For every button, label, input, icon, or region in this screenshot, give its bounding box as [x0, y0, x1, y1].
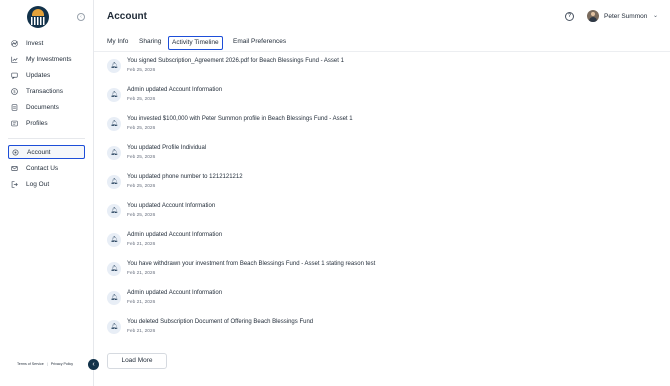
timeline-item: 🔔︎ You signed Subscription_Agreement 202…: [107, 56, 647, 80]
sidebar-item-label: Log Out: [26, 180, 50, 188]
avatar-head-shape: [591, 12, 595, 16]
timeline-item: 🔔︎ You invested $100,000 with Peter Summ…: [107, 114, 647, 138]
svg-text:$: $: [13, 89, 16, 94]
timeline-date: Feb 25, 2026: [127, 184, 156, 189]
bell-icon: 🔔︎: [107, 59, 121, 73]
footer-separator: |: [46, 362, 48, 366]
sidebar-item-label: My Investments: [26, 55, 72, 63]
load-more-button[interactable]: Load More: [107, 353, 167, 369]
timeline-item: 🔔︎ You updated Profile Individual Feb 25…: [107, 143, 647, 167]
tabs-divider: [94, 51, 670, 52]
sidebar-item-label: Updates: [26, 71, 51, 79]
logo-bars-shape: [31, 17, 45, 25]
timeline-date: Feb 21, 2026: [127, 242, 156, 247]
sidebar-divider: [8, 138, 85, 139]
timeline-text: You signed Subscription_Agreement 2026.p…: [127, 58, 344, 64]
chevron-down-icon[interactable]: ⌄: [653, 12, 658, 19]
timeline-item: 🔔︎ You have withdrawn your investment fr…: [107, 259, 647, 283]
sidebar-item-invest[interactable]: Invest: [8, 36, 85, 50]
privacy-policy-link[interactable]: Privacy Policy: [51, 362, 73, 366]
timeline-text: You deleted Subscription Document of Off…: [127, 319, 314, 325]
sidebar-item-account[interactable]: Account: [8, 145, 85, 159]
sidebar-item-label: Invest: [26, 39, 44, 47]
timeline-item: 🔔︎ Admin updated Account Information Feb…: [107, 230, 647, 254]
sidebar-item-log-out[interactable]: Log Out: [8, 177, 85, 191]
mail-icon: [11, 165, 18, 172]
sidebar-item-label: Account: [27, 148, 51, 156]
timeline-date: Feb 25, 2026: [127, 155, 156, 160]
bell-icon: 🔔︎: [107, 175, 121, 189]
avatar[interactable]: [587, 10, 599, 22]
dollar-icon: $: [11, 87, 18, 95]
logout-icon: [11, 180, 18, 188]
timeline-text: You updated phone number to 1212121212: [127, 174, 243, 180]
company-logo[interactable]: [27, 6, 49, 28]
timeline-text: You updated Profile Individual: [127, 145, 207, 151]
bell-icon: 🔔︎: [107, 117, 121, 131]
sidebar-collapse-button[interactable]: ‹: [88, 359, 99, 370]
sidebar-item-label: Documents: [26, 103, 59, 111]
bell-icon: 🔔︎: [107, 291, 121, 305]
timeline-text: Admin updated Account Information: [127, 232, 223, 238]
terms-of-service-link[interactable]: Terms of Service: [17, 362, 44, 366]
bell-icon: 🔔︎: [107, 262, 121, 276]
timeline-item: 🔔︎ You updated Account Information Feb 2…: [107, 201, 647, 225]
tab-email-preferences[interactable]: Email Preferences: [233, 36, 286, 50]
tab-my-info[interactable]: My Info: [107, 36, 128, 50]
timeline-text: You updated Account Information: [127, 203, 216, 209]
timeline-text: Admin updated Account Information: [127, 87, 223, 93]
bell-icon: 🔔︎: [107, 88, 121, 102]
sidebar-item-profiles[interactable]: Profiles: [8, 116, 85, 130]
tab-activity-timeline[interactable]: Activity Timeline: [168, 36, 223, 50]
timeline-date: Feb 21, 2026: [127, 329, 156, 334]
page-title: Account: [107, 11, 147, 22]
sidebar-item-documents[interactable]: Documents: [8, 100, 85, 114]
timeline-date: Feb 25, 2026: [127, 97, 156, 102]
sidebar-item-label: Transactions: [26, 87, 63, 95]
timeline-item: 🔔︎ Admin updated Account Information Feb…: [107, 288, 647, 312]
timeline-date: Feb 25, 2026: [127, 126, 156, 131]
timeline-item: 🔔︎ You deleted Subscription Document of …: [107, 317, 647, 341]
timeline-date: Feb 21, 2026: [127, 300, 156, 305]
timeline-date: Feb 25, 2026: [127, 213, 156, 218]
sidebar-collapse-circle-icon[interactable]: ‹: [77, 13, 85, 21]
tab-sharing[interactable]: Sharing: [139, 36, 161, 50]
sidebar-item-contact-us[interactable]: Contact Us: [8, 161, 85, 175]
bell-icon: 🔔︎: [107, 204, 121, 218]
chart-icon: [11, 56, 18, 63]
timeline-text: Admin updated Account Information: [127, 290, 223, 296]
timeline-date: Feb 25, 2026: [127, 68, 156, 73]
timeline-text: You have withdrawn your investment from …: [127, 261, 376, 267]
profile-icon: [11, 120, 18, 127]
message-icon: [11, 72, 18, 79]
bell-icon: 🔔︎: [107, 146, 121, 160]
sidebar-item-transactions[interactable]: $ Transactions: [8, 84, 85, 98]
help-icon[interactable]: ?: [565, 12, 574, 21]
document-icon: [11, 103, 18, 111]
timeline-text: You invested $100,000 with Peter Summon …: [127, 116, 353, 122]
timeline-date: Feb 21, 2026: [127, 271, 156, 276]
bell-icon: 🔔︎: [107, 320, 121, 334]
timeline-item: 🔔︎ Admin updated Account Information Feb…: [107, 85, 647, 109]
invest-icon: [11, 39, 18, 47]
bell-icon: 🔔︎: [107, 233, 121, 247]
sidebar-item-my-investments[interactable]: My Investments: [8, 52, 85, 66]
sidebar-item-updates[interactable]: Updates: [8, 68, 85, 82]
logo-sun-shape: [32, 9, 44, 16]
avatar-body-shape: [589, 17, 597, 22]
gear-icon: [12, 148, 19, 156]
sidebar-item-label: Profiles: [26, 119, 48, 127]
timeline-item: 🔔︎ You updated phone number to 121212121…: [107, 172, 647, 196]
sidebar-item-label: Contact Us: [26, 164, 59, 172]
user-name[interactable]: Peter Summon: [604, 13, 647, 20]
footer-links: Terms of Service | Privacy Policy: [17, 362, 73, 366]
sidebar: ‹ Invest My Investments Updates $ Transa…: [0, 0, 94, 386]
